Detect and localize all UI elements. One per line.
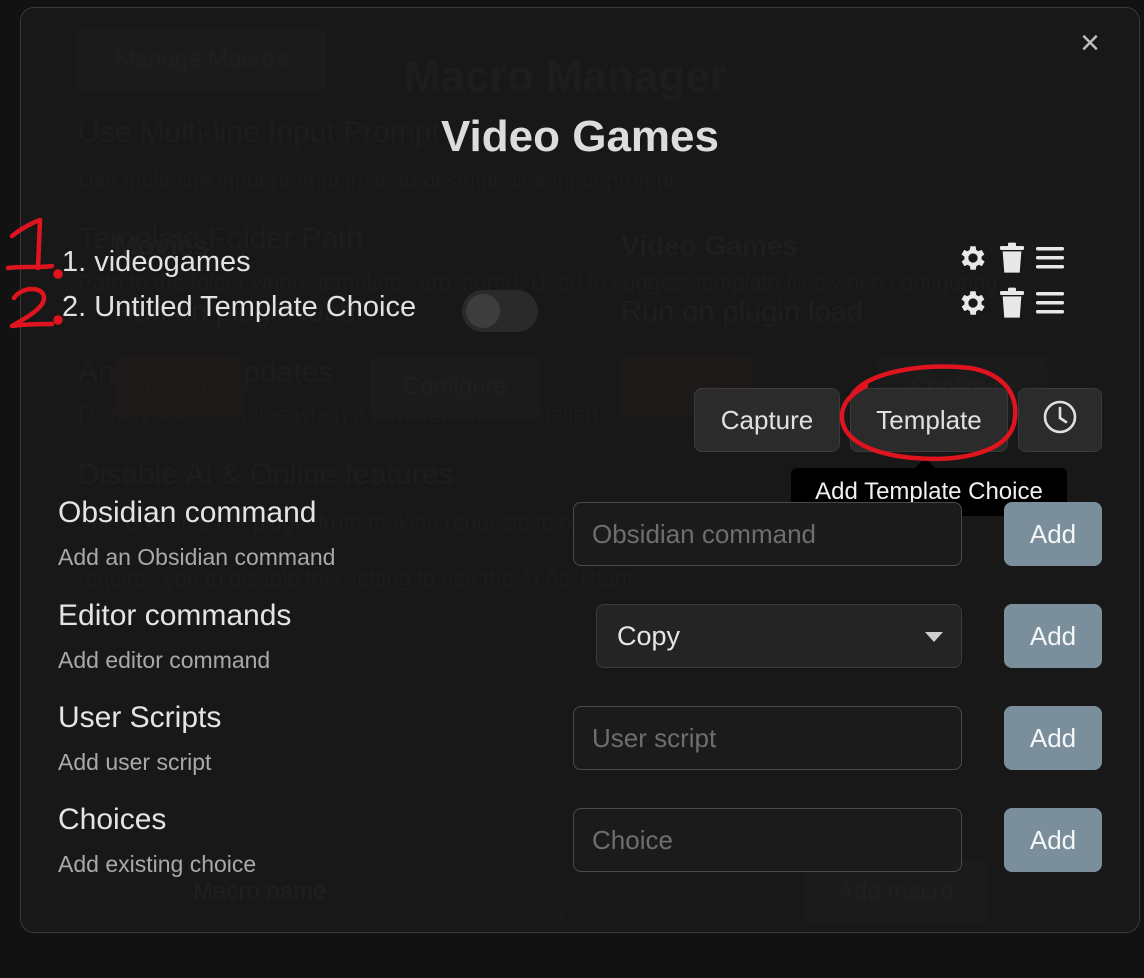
setting-desc: Add existing choice (58, 851, 257, 877)
trash-icon[interactable] (997, 287, 1027, 319)
obsidian-command-input[interactable] (573, 502, 962, 566)
toggle-switch[interactable] (462, 290, 538, 332)
clock-icon (1042, 399, 1078, 442)
trash-icon[interactable] (997, 242, 1027, 274)
setting-name: Obsidian command (58, 496, 317, 529)
template-button[interactable]: Template (850, 388, 1008, 452)
command-list-item: 1. videogames (62, 246, 251, 278)
command-list-item: 2. Untitled Template Choice (62, 291, 417, 323)
setting-desc: Add editor command (58, 647, 271, 673)
gear-icon[interactable] (957, 287, 989, 319)
command-actions (957, 242, 1065, 274)
modal-title: Video Games (441, 112, 719, 161)
gear-icon[interactable] (957, 242, 989, 274)
add-user-script-button[interactable]: Add (1004, 706, 1102, 770)
add-choice-button[interactable]: Add (1004, 808, 1102, 872)
user-script-input[interactable] (573, 706, 962, 770)
select-value: Copy (617, 620, 681, 651)
close-icon[interactable]: × (1073, 26, 1107, 62)
drag-handle-icon[interactable] (1035, 244, 1065, 272)
setting-desc: Add user script (58, 749, 212, 775)
choice-input[interactable] (573, 808, 962, 872)
chevron-down-icon (925, 632, 943, 642)
editor-command-select[interactable]: Copy (596, 604, 962, 668)
setting-name: User Scripts (58, 701, 222, 734)
add-obsidian-command-button[interactable]: Add (1004, 502, 1102, 566)
setting-desc: Add an Obsidian command (58, 544, 336, 570)
setting-name: Editor commands (58, 599, 292, 632)
capture-button[interactable]: Capture (694, 388, 840, 452)
command-actions (957, 287, 1065, 319)
wait-button[interactable] (1018, 388, 1102, 452)
setting-name: Choices (58, 803, 167, 836)
add-editor-command-button[interactable]: Add (1004, 604, 1102, 668)
drag-handle-icon[interactable] (1035, 289, 1065, 317)
